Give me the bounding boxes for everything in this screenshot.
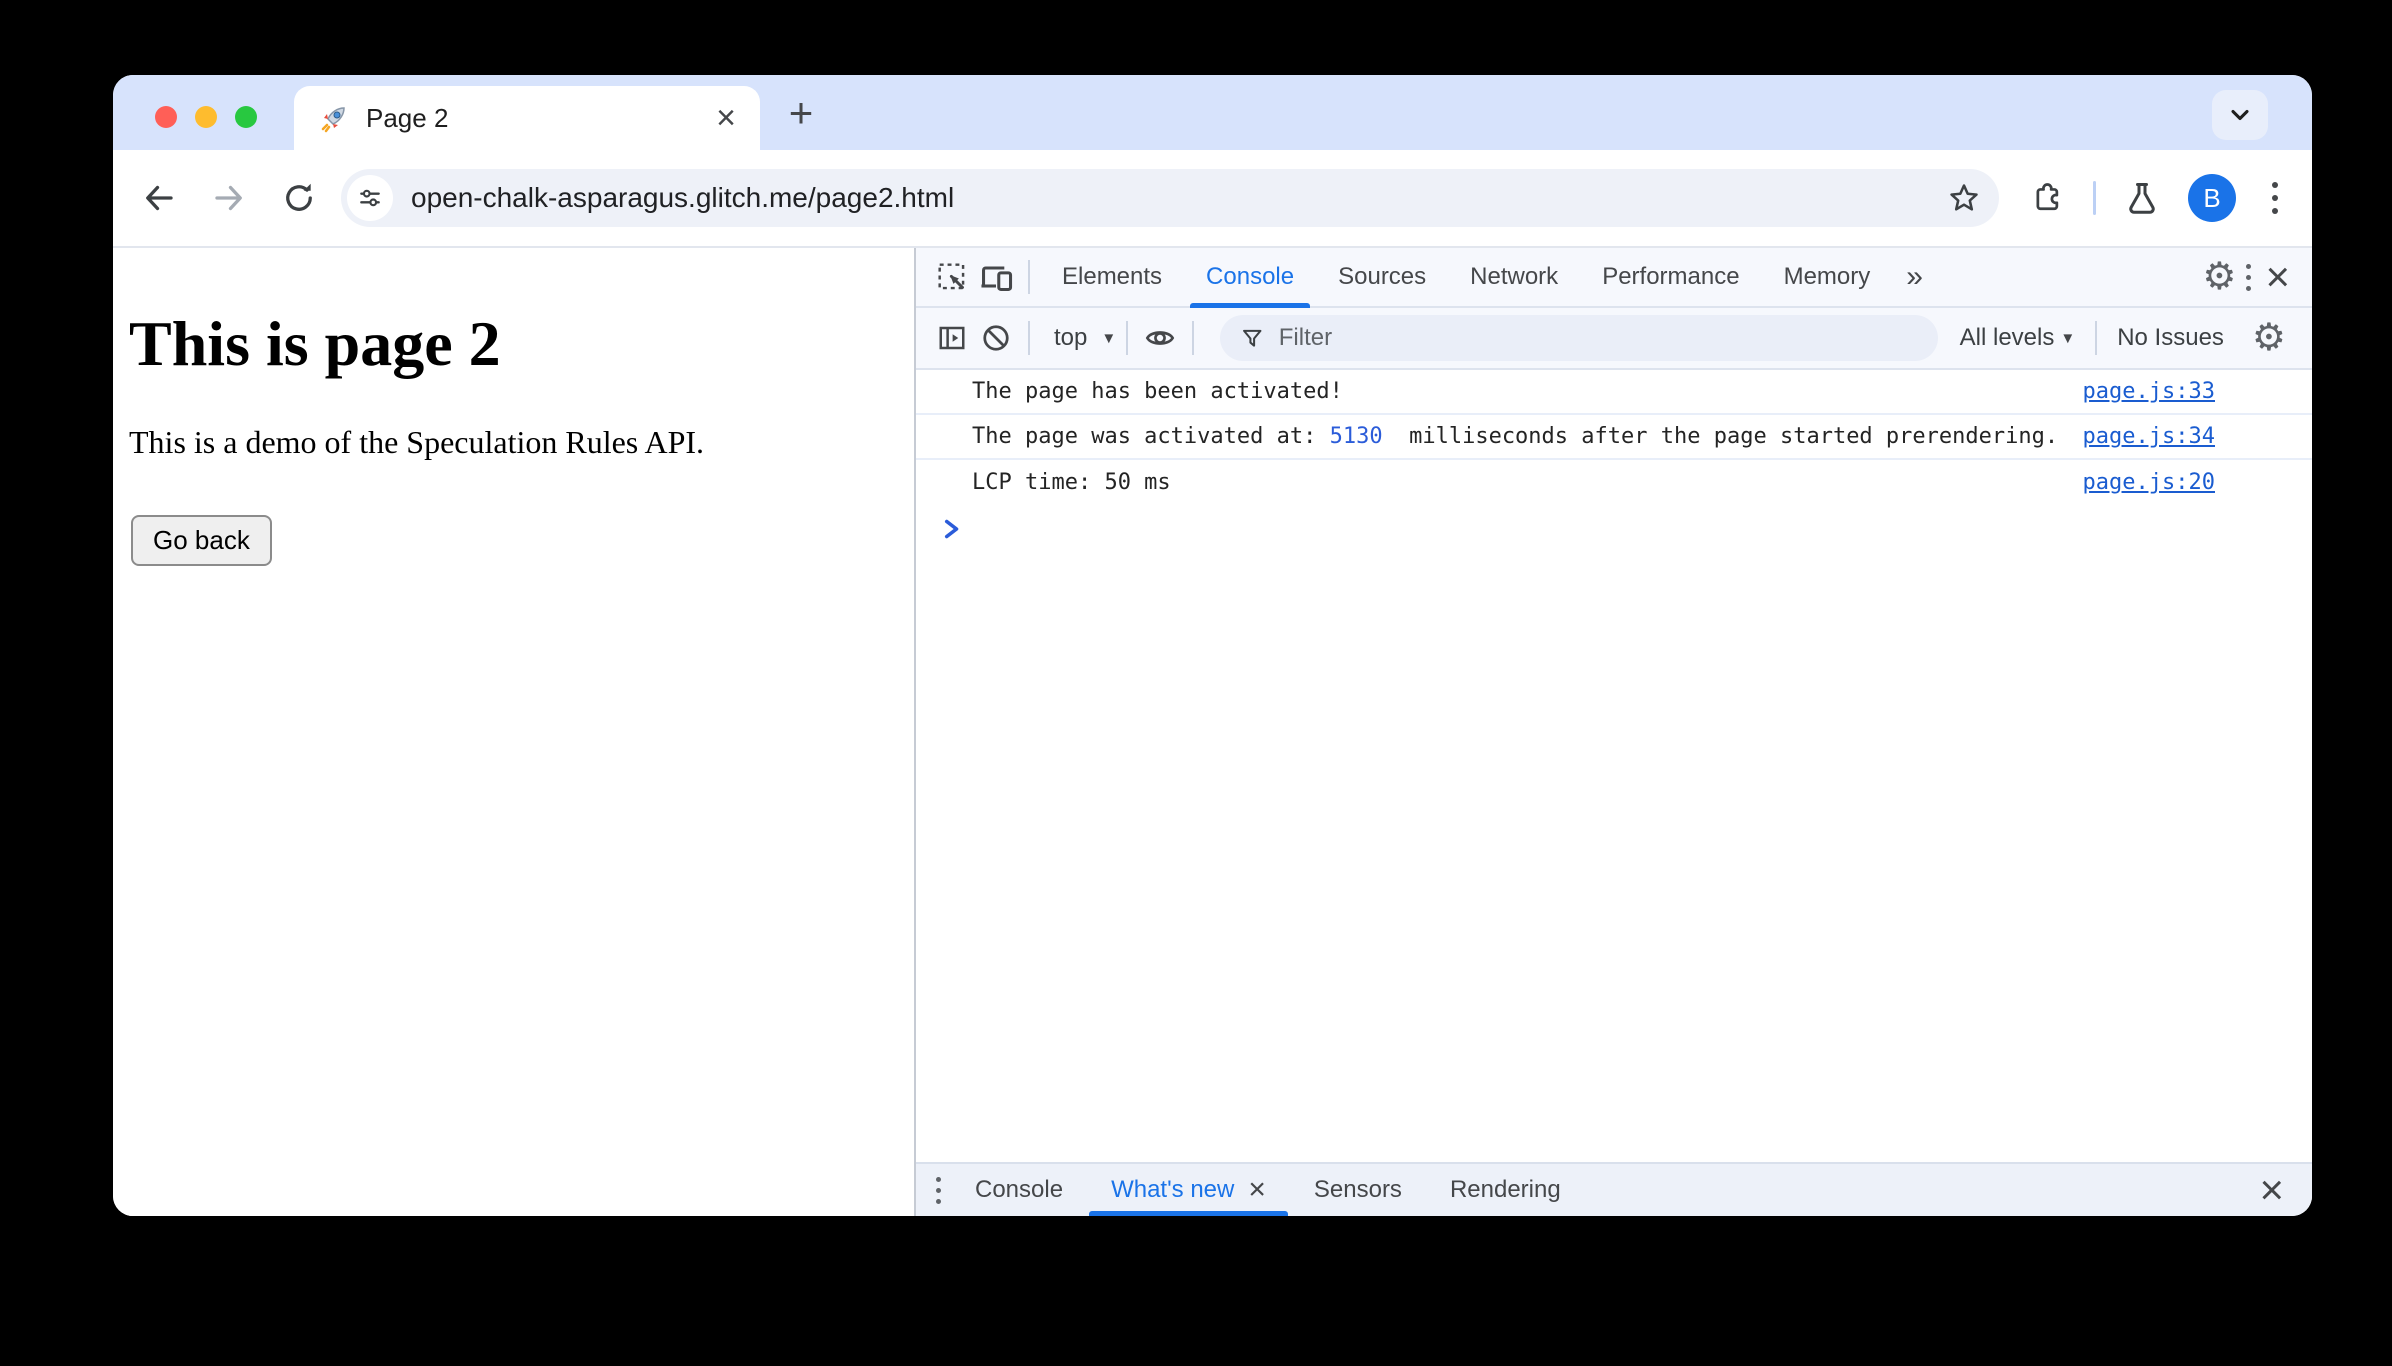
toolbar-actions: B [2027, 174, 2286, 222]
console-message-row: The page was activated at: 5130 millisec… [916, 415, 2312, 460]
site-settings-button[interactable] [347, 175, 393, 221]
address-bar[interactable]: open-chalk-asparagus.glitch.me/page2.htm… [341, 169, 1999, 227]
chevron-down-icon [2231, 109, 2249, 121]
devtools-tab-network[interactable]: Network [1448, 248, 1580, 306]
filter-input[interactable] [1278, 324, 1918, 352]
sidebar-toggle-icon [939, 326, 965, 350]
url-text[interactable]: open-chalk-asparagus.glitch.me/page2.htm… [411, 182, 954, 214]
console-messages: The page has been activated! page.js:33 … [916, 370, 2312, 1162]
console-filter-box[interactable] [1220, 315, 1938, 361]
extensions-icon[interactable] [2027, 179, 2065, 217]
experiments-flask-icon[interactable] [2124, 180, 2160, 216]
drawer-menu-button[interactable] [926, 1173, 951, 1208]
message-text: The page has been activated! [972, 379, 1343, 404]
drawer-tab-sensors[interactable]: Sensors [1290, 1164, 1426, 1216]
console-prompt[interactable] [916, 505, 2312, 553]
devtools-tab-sources[interactable]: Sources [1316, 248, 1448, 306]
console-message-row: The page has been activated! page.js:33 [916, 370, 2312, 415]
drawer-close-icon[interactable]: × [2255, 1169, 2288, 1211]
message-text: The page was activated at: [972, 424, 1330, 449]
more-tabs-button[interactable]: » [1892, 260, 1937, 294]
devtools-tabbar: Elements Console Sources Network Perform… [916, 248, 2312, 308]
close-window-button[interactable] [155, 106, 177, 128]
prompt-chevron-icon [944, 519, 959, 539]
console-toolbar-separator [2095, 321, 2098, 355]
browser-tab[interactable]: Page 2 × [294, 86, 760, 150]
console-toolbar: top ▼ Filter All levels ▼ No Issues ⚙ [916, 308, 2312, 370]
clear-console-icon [983, 325, 1009, 351]
screenshot-stage: Page 2 × + open-chalk-asparagus.glitch.m… [0, 0, 2392, 1366]
devtools-tab-performance[interactable]: Performance [1580, 248, 1761, 306]
log-levels-dropdown[interactable]: All levels [1960, 324, 2055, 352]
source-link[interactable]: page.js:33 [2053, 379, 2215, 404]
window-content: This is page 2 This is a demo of the Spe… [113, 248, 2312, 1216]
devtools-close-icon[interactable]: × [2261, 256, 2294, 298]
toolbar-separator [2093, 181, 2096, 215]
issues-counter[interactable]: No Issues [2117, 324, 2224, 352]
message-number: 5130 [1329, 424, 1383, 449]
page-paragraph: This is a demo of the Speculation Rules … [129, 423, 705, 460]
tab-title: Page 2 [366, 102, 449, 133]
browser-menu-button[interactable] [2264, 178, 2286, 218]
page-heading: This is page 2 [129, 308, 501, 379]
filter-funnel-icon [1243, 329, 1262, 347]
inspect-element-button[interactable] [930, 255, 974, 299]
devtools-panel: Elements Console Sources Network Perform… [916, 248, 2312, 1216]
devtools-drawer: Console What's new × Sensors Rendering × [916, 1162, 2312, 1216]
go-back-button[interactable]: Go back [131, 515, 272, 567]
context-caret-icon: ▼ [1101, 329, 1117, 347]
back-button[interactable] [139, 178, 179, 218]
reload-button[interactable] [279, 178, 319, 218]
devtools-menu-button[interactable] [2236, 260, 2261, 295]
tab-search-button[interactable] [2212, 90, 2268, 140]
console-settings-gear-icon[interactable]: ⚙ [2252, 319, 2286, 357]
drawer-tab-rendering[interactable]: Rendering [1426, 1164, 1585, 1216]
traffic-lights [155, 106, 257, 128]
tab-strip: Page 2 × + [113, 75, 2312, 150]
devtools-settings-gear-icon[interactable]: ⚙ [2202, 258, 2236, 296]
clear-console-button[interactable] [974, 316, 1018, 360]
tab-close-icon[interactable]: × [716, 101, 736, 135]
rocket-favicon-icon [321, 107, 345, 133]
message-text: milliseconds after the page started prer… [1382, 424, 2053, 449]
devtools-tab-console[interactable]: Console [1184, 248, 1316, 308]
new-tab-button[interactable]: + [779, 89, 823, 136]
drawer-tab-console[interactable]: Console [951, 1164, 1087, 1216]
source-link[interactable]: page.js:34 [2053, 424, 2215, 449]
drawer-tab-whats-new[interactable]: What's new × [1087, 1164, 1290, 1216]
console-toolbar-separator [1192, 321, 1195, 355]
device-toolbar-icon [981, 266, 1013, 291]
levels-caret-icon: ▼ [2060, 329, 2076, 347]
drawer-tab-close-icon[interactable]: × [1248, 1175, 1266, 1205]
browser-window: Page 2 × + open-chalk-asparagus.glitch.m… [113, 75, 2312, 1216]
context-selector[interactable]: top [1040, 324, 1095, 352]
live-expression-button[interactable] [1138, 316, 1182, 360]
minimize-window-button[interactable] [195, 106, 217, 128]
devtools-tab-memory[interactable]: Memory [1762, 248, 1893, 306]
device-toolbar-button[interactable] [974, 255, 1018, 299]
forward-button[interactable] [209, 178, 249, 218]
browser-toolbar: open-chalk-asparagus.glitch.me/page2.htm… [113, 150, 2312, 248]
bookmark-star-icon[interactable] [1947, 181, 1981, 215]
inspect-cursor-icon [938, 263, 965, 290]
console-toolbar-separator [1126, 321, 1129, 355]
profile-avatar[interactable]: B [2188, 174, 2236, 222]
drawer-tab-label: What's new [1111, 1176, 1235, 1203]
console-toolbar-separator [1028, 321, 1030, 355]
message-text: LCP time: 50 ms [972, 470, 1171, 495]
fullscreen-window-button[interactable] [235, 106, 257, 128]
devtools-separator [1028, 260, 1030, 294]
console-sidebar-toggle-button[interactable] [930, 316, 974, 360]
console-message-row: LCP time: 50 ms page.js:20 [916, 460, 2312, 505]
tune-icon [360, 189, 380, 207]
source-link[interactable]: page.js:20 [2053, 470, 2215, 495]
devtools-tab-elements[interactable]: Elements [1040, 248, 1184, 306]
web-page: This is page 2 This is a demo of the Spe… [113, 248, 914, 1216]
eye-icon [1146, 331, 1175, 345]
